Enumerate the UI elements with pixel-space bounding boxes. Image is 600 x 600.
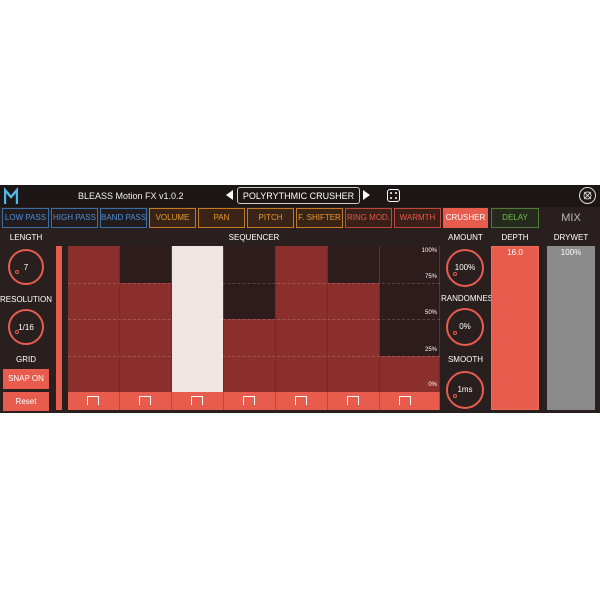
tab-low-pass[interactable]: LOW PASS <box>2 208 49 228</box>
sequencer-title: SEQUENCER <box>228 233 280 242</box>
drywet-label: DRYWET <box>553 233 589 242</box>
scale-label: 0% <box>428 382 437 388</box>
square-wave-icon <box>347 396 359 405</box>
scale-label: 100% <box>421 248 437 254</box>
square-wave-icon <box>399 396 411 405</box>
length-knob[interactable]: 7 <box>8 249 44 285</box>
bleass-menu-icon[interactable] <box>579 187 596 204</box>
square-wave-icon <box>243 396 255 405</box>
step-shape-7[interactable] <box>380 392 440 410</box>
resolution-value: 1/16 <box>18 323 34 332</box>
smooth-label: SMOOTH <box>447 355 484 364</box>
amount-knob[interactable]: 100% <box>446 249 484 287</box>
drywet-slider[interactable]: 100% <box>547 246 595 410</box>
scale-label: 25% <box>424 346 437 353</box>
grid-label: GRID <box>16 355 36 364</box>
tab-high-pass[interactable]: HIGH PASS <box>51 208 98 228</box>
prev-preset-button[interactable] <box>226 190 233 200</box>
depth-label: DEPTH <box>501 233 529 242</box>
tab-pitch[interactable]: PITCH <box>247 208 294 228</box>
depth-slider[interactable]: 16.0 <box>491 246 539 410</box>
square-wave-icon <box>139 396 151 405</box>
top-bar: BLEASS Motion FX v1.0.2 POLYRYTHMIC CRUS… <box>0 185 600 207</box>
square-wave-icon <box>87 396 99 405</box>
tab-band-pass[interactable]: BAND PASS <box>100 208 147 228</box>
sequencer-grid[interactable]: 100% 75% 50% 25% 0% <box>68 246 440 392</box>
resolution-knob[interactable]: 1/16 <box>8 309 44 345</box>
bleass-logo-icon <box>4 187 18 204</box>
step-shape-2[interactable] <box>120 392 172 410</box>
reset-button[interactable]: Reset <box>3 392 49 411</box>
randomness-label: RANDOMNESS <box>441 294 499 303</box>
next-preset-button[interactable] <box>363 190 370 200</box>
smooth-value: 1ms <box>457 385 473 394</box>
amount-label: AMOUNT <box>448 233 483 242</box>
step-shape-row <box>68 392 440 410</box>
smooth-knob[interactable]: 1ms <box>446 371 484 409</box>
randomness-knob[interactable]: 0% <box>446 308 484 346</box>
step-shape-4[interactable] <box>224 392 276 410</box>
tab-delay[interactable]: DELAY <box>491 208 539 228</box>
length-label: LENGTH <box>9 233 43 242</box>
amount-value: 100% <box>454 263 476 272</box>
tab-crusher[interactable]: CRUSHER <box>443 208 488 228</box>
scale-label: 75% <box>424 273 437 280</box>
tab-pan[interactable]: PAN <box>198 208 245 228</box>
step-level-bar <box>120 282 171 392</box>
square-wave-icon <box>295 396 307 405</box>
step-level-bar <box>328 282 379 392</box>
drywet-value: 100% <box>560 248 582 257</box>
sequencer-side-strip <box>56 246 62 410</box>
step-shape-1[interactable] <box>68 392 120 410</box>
step-shape-5[interactable] <box>276 392 328 410</box>
tab-volume[interactable]: VOLUME <box>149 208 196 228</box>
tab-warmth[interactable]: WARMTH <box>394 208 441 228</box>
depth-value: 16.0 <box>507 248 523 257</box>
scale-label: 50% <box>424 310 437 316</box>
app-title: BLEASS Motion FX v1.0.2 <box>78 191 184 201</box>
snap-on-button[interactable]: SNAP ON <box>3 369 49 389</box>
grid-line <box>68 282 440 284</box>
tab-ring-mod[interactable]: RING MOD. <box>345 208 392 228</box>
mix-title: MIX <box>561 212 581 224</box>
square-wave-icon <box>191 396 203 405</box>
grid-line <box>68 319 440 320</box>
step-shape-3[interactable] <box>172 392 224 410</box>
step-shape-6[interactable] <box>328 392 380 410</box>
randomize-dice-icon[interactable] <box>387 189 400 202</box>
randomness-value: 0% <box>459 322 471 331</box>
tab-f-shifter[interactable]: F. SHIFTER <box>296 208 343 228</box>
resolution-label: RESOLUTION <box>0 295 53 304</box>
preset-name[interactable]: POLYRYTHMIC CRUSHER <box>237 187 360 204</box>
grid-line <box>68 355 440 357</box>
plugin-window: BLEASS Motion FX v1.0.2 POLYRYTHMIC CRUS… <box>0 185 600 413</box>
length-value: 7 <box>23 263 29 272</box>
